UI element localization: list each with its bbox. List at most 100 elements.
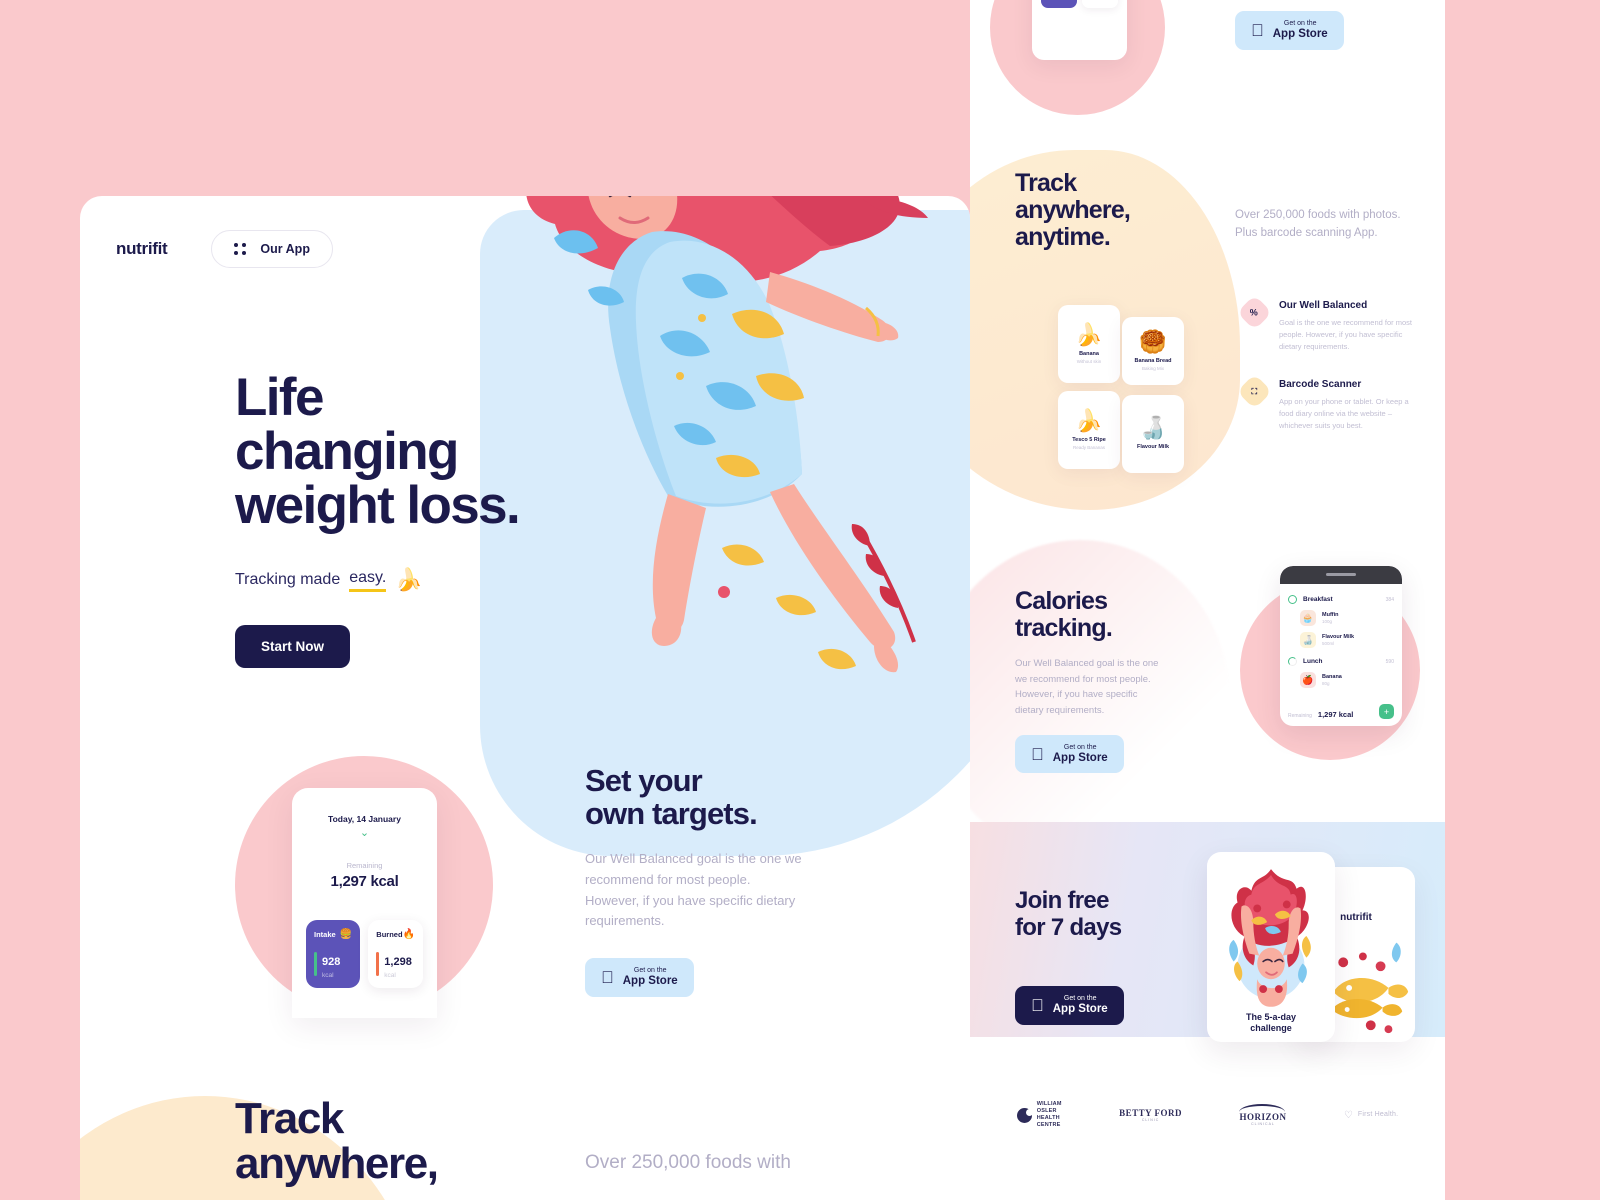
grid-dots-icon — [234, 243, 247, 255]
feature-well-balanced: % Our Well Balanced Goal is the one we r… — [1236, 294, 1422, 353]
partner-betty-ford: BETTY FORD CLINIC — [1119, 1108, 1182, 1122]
meal-header-lunch[interactable]: Lunch 590 — [1288, 657, 1394, 666]
burger-icon: 🍔 — [339, 929, 353, 940]
track-heading-line-1: Track — [1015, 169, 1077, 197]
calories-copy-block: Calories tracking. Our Well Balanced goa… — [1015, 588, 1215, 774]
heart-icon: ♡ — [1343, 1109, 1353, 1121]
app-store-button-top[interactable]:  Get on the App Store — [1235, 10, 1344, 50]
track-heading: Track anywhere, anytime. — [1015, 169, 1131, 251]
diary-remaining-value: 1,297 kcal — [1317, 710, 1354, 719]
logo[interactable]: nutrifit — [116, 239, 168, 259]
our-app-label: Our App — [260, 242, 310, 256]
apple-icon:  — [1251, 22, 1264, 39]
burned-card[interactable]: Burned 🔥 1,298 kcal — [368, 920, 423, 988]
hero-subtitle-underlined: easy. — [349, 569, 387, 592]
intake-value: 928 — [322, 956, 341, 968]
partner-1-title: BETTY FORD — [1119, 1108, 1183, 1118]
food-card-stack: 🍌 Banana Without skin 🥮 Banana Bread Bak… — [1058, 305, 1193, 480]
intake-unit: kcal — [322, 972, 334, 979]
add-food-button[interactable]: + — [1379, 704, 1394, 719]
feature-title-1: Barcode Scanner — [1279, 379, 1362, 390]
progress-ring-icon — [1288, 657, 1297, 666]
chevron-down-icon[interactable]: ⌄ — [306, 826, 423, 839]
join-free-section: Join free for 7 days  Get on the App St… — [970, 822, 1445, 1042]
app-store-big-label: App Store — [1040, 1002, 1108, 1015]
partner-2-title: HORIZON — [1239, 1112, 1287, 1122]
diary-item-muffin[interactable]: 🧁 Muffin 100g — [1300, 610, 1394, 626]
diary-footer: Remaining 1,297 kcal + — [1280, 698, 1402, 726]
food-card-name-2: Tesco 5 Ripe — [1072, 437, 1106, 443]
join-heading-line-1: Join free — [1015, 887, 1109, 914]
screenshot-stage: nutrifit Our App Life changing weight lo… — [0, 0, 1600, 1200]
top-partial-section: Banana Without skin Kid Size 2x60g Small… — [970, 0, 1445, 115]
meal-name-0: Breakfast — [1303, 596, 1333, 603]
food-card-name-3: Flavour Milk — [1136, 443, 1170, 450]
app-store-small-label: Get on the — [1271, 19, 1317, 27]
portion-card-kid-size[interactable]: Kid Size 2x60g — [1041, 0, 1077, 8]
meal-header-breakfast[interactable]: Breakfast 384 — [1288, 595, 1394, 604]
join-heading: Join free for 7 days — [1015, 887, 1122, 942]
diary-remaining-label: Remaining — [1288, 713, 1312, 719]
burned-unit: kcal — [384, 972, 396, 979]
start-now-button[interactable]: Start Now — [235, 625, 351, 669]
app-store-small-label: Get on the — [1051, 995, 1097, 1002]
partner-3-title: First Health. — [1357, 1110, 1399, 1118]
diary-item-amount-1-0: 80g — [1322, 681, 1330, 686]
phone-date-label: Today, 14 January — [328, 814, 401, 824]
feature-list: % Our Well Balanced Goal is the one we r… — [1236, 294, 1422, 458]
diary-item-banana[interactable]: 🍎 Banana 80g — [1300, 672, 1394, 688]
intake-card[interactable]: Intake 🍔 928 kcal — [306, 920, 361, 988]
partner-0-line-3: CENTRE — [1036, 1121, 1061, 1128]
top-partial-copy: we recommend for most people. However, i… — [1235, 0, 1415, 50]
left-landing-page-mockup: nutrifit Our App Life changing weight lo… — [80, 196, 970, 1200]
app-store-big-label: App Store — [1040, 751, 1108, 764]
app-store-button-calories[interactable]:  Get on the App Store — [1015, 734, 1124, 774]
percent-icon: % — [1236, 294, 1273, 331]
fire-icon: 🔥 — [402, 929, 415, 940]
five-a-day-card[interactable]: The 5-a-day challenge — [1207, 852, 1335, 1042]
phone-notch — [1326, 573, 1356, 576]
join-heading-line-2: for 7 days — [1015, 913, 1122, 941]
partner-0-line-0: WILLIAM — [1036, 1101, 1062, 1108]
food-card-flavour-milk[interactable]: 🍶 Flavour Milk — [1122, 395, 1184, 473]
phone-remaining-value: 1,297 kcal — [330, 873, 399, 890]
partner-0-line-2: HEALTH — [1036, 1115, 1060, 1121]
our-app-button[interactable]: Our App — [211, 230, 333, 268]
app-store-button-join[interactable]:  Get on the App Store — [1015, 986, 1124, 1025]
portion-cards: Kid Size 2x60g Small 90g — [1041, 0, 1118, 8]
portion-card-small[interactable]: Small 90g — [1082, 0, 1118, 8]
partner-0-line-1: OSLER — [1036, 1108, 1057, 1115]
food-card-tesco-ripe[interactable]: 🍌 Tesco 5 Ripe Ready Bananas — [1058, 391, 1120, 469]
track-heading-line-3: anytime. — [1015, 223, 1111, 251]
app-store-small-label: Get on the — [1051, 743, 1097, 751]
feature-body-1: App on your phone or tablet. Or keep a f… — [1279, 397, 1409, 430]
meal-name-1: Lunch — [1303, 658, 1323, 665]
track-teaser-body: Over 250,000 foods with — [585, 1152, 791, 1173]
banana-icon: 🍎 — [1300, 672, 1316, 688]
intake-bar — [314, 952, 317, 976]
partner-horizon: HORIZON CLINICAL — [1239, 1104, 1286, 1126]
phone-remaining-label: Remaining — [346, 861, 383, 870]
track-heading-line-2: anywhere, — [1015, 196, 1131, 224]
app-store-small-label: Get on the — [621, 967, 667, 975]
banana-detail-phone: Banana Without skin Kid Size 2x60g Small… — [1032, 0, 1127, 60]
milk-bottle-icon: 🍶 — [1300, 632, 1316, 648]
app-store-button-targets[interactable]:  Get on the App Store — [585, 958, 694, 997]
right-landing-page-mockup: Banana Without skin Kid Size 2x60g Small… — [970, 0, 1445, 1200]
diary-item-flavour-milk[interactable]: 🍶 Flavour Milk 500ml — [1300, 632, 1394, 648]
diary-item-name-0-0: Muffin — [1322, 612, 1339, 618]
muffin-icon: 🧁 — [1300, 610, 1316, 626]
meal-kcal-0: 384 — [1385, 596, 1394, 603]
scanner-glyph: ⛶ — [1251, 386, 1258, 396]
diary-item-amount-0-1: 500ml — [1322, 641, 1335, 646]
food-card-banana[interactable]: 🍌 Banana Without skin — [1058, 305, 1120, 383]
food-card-banana-bread[interactable]: 🥮 Banana Bread Baking Mix — [1122, 317, 1184, 385]
apple-icon:  — [601, 969, 614, 986]
feature-barcode-scanner: ⛶ Barcode Scanner App on your phone or t… — [1236, 373, 1422, 432]
percent-glyph: % — [1250, 307, 1259, 318]
partner-logos: WILLIAM OSLER HEALTH CENTRE BETTY FORD C… — [970, 1085, 1445, 1145]
card-caption-line-2: challenge — [1250, 1023, 1292, 1034]
partner-1-sub: CLINIC — [1141, 1118, 1160, 1122]
food-card-sub-1: Baking Mix — [1141, 366, 1164, 371]
calories-tracking-section: Calories tracking. Our Well Balanced goa… — [970, 566, 1445, 800]
